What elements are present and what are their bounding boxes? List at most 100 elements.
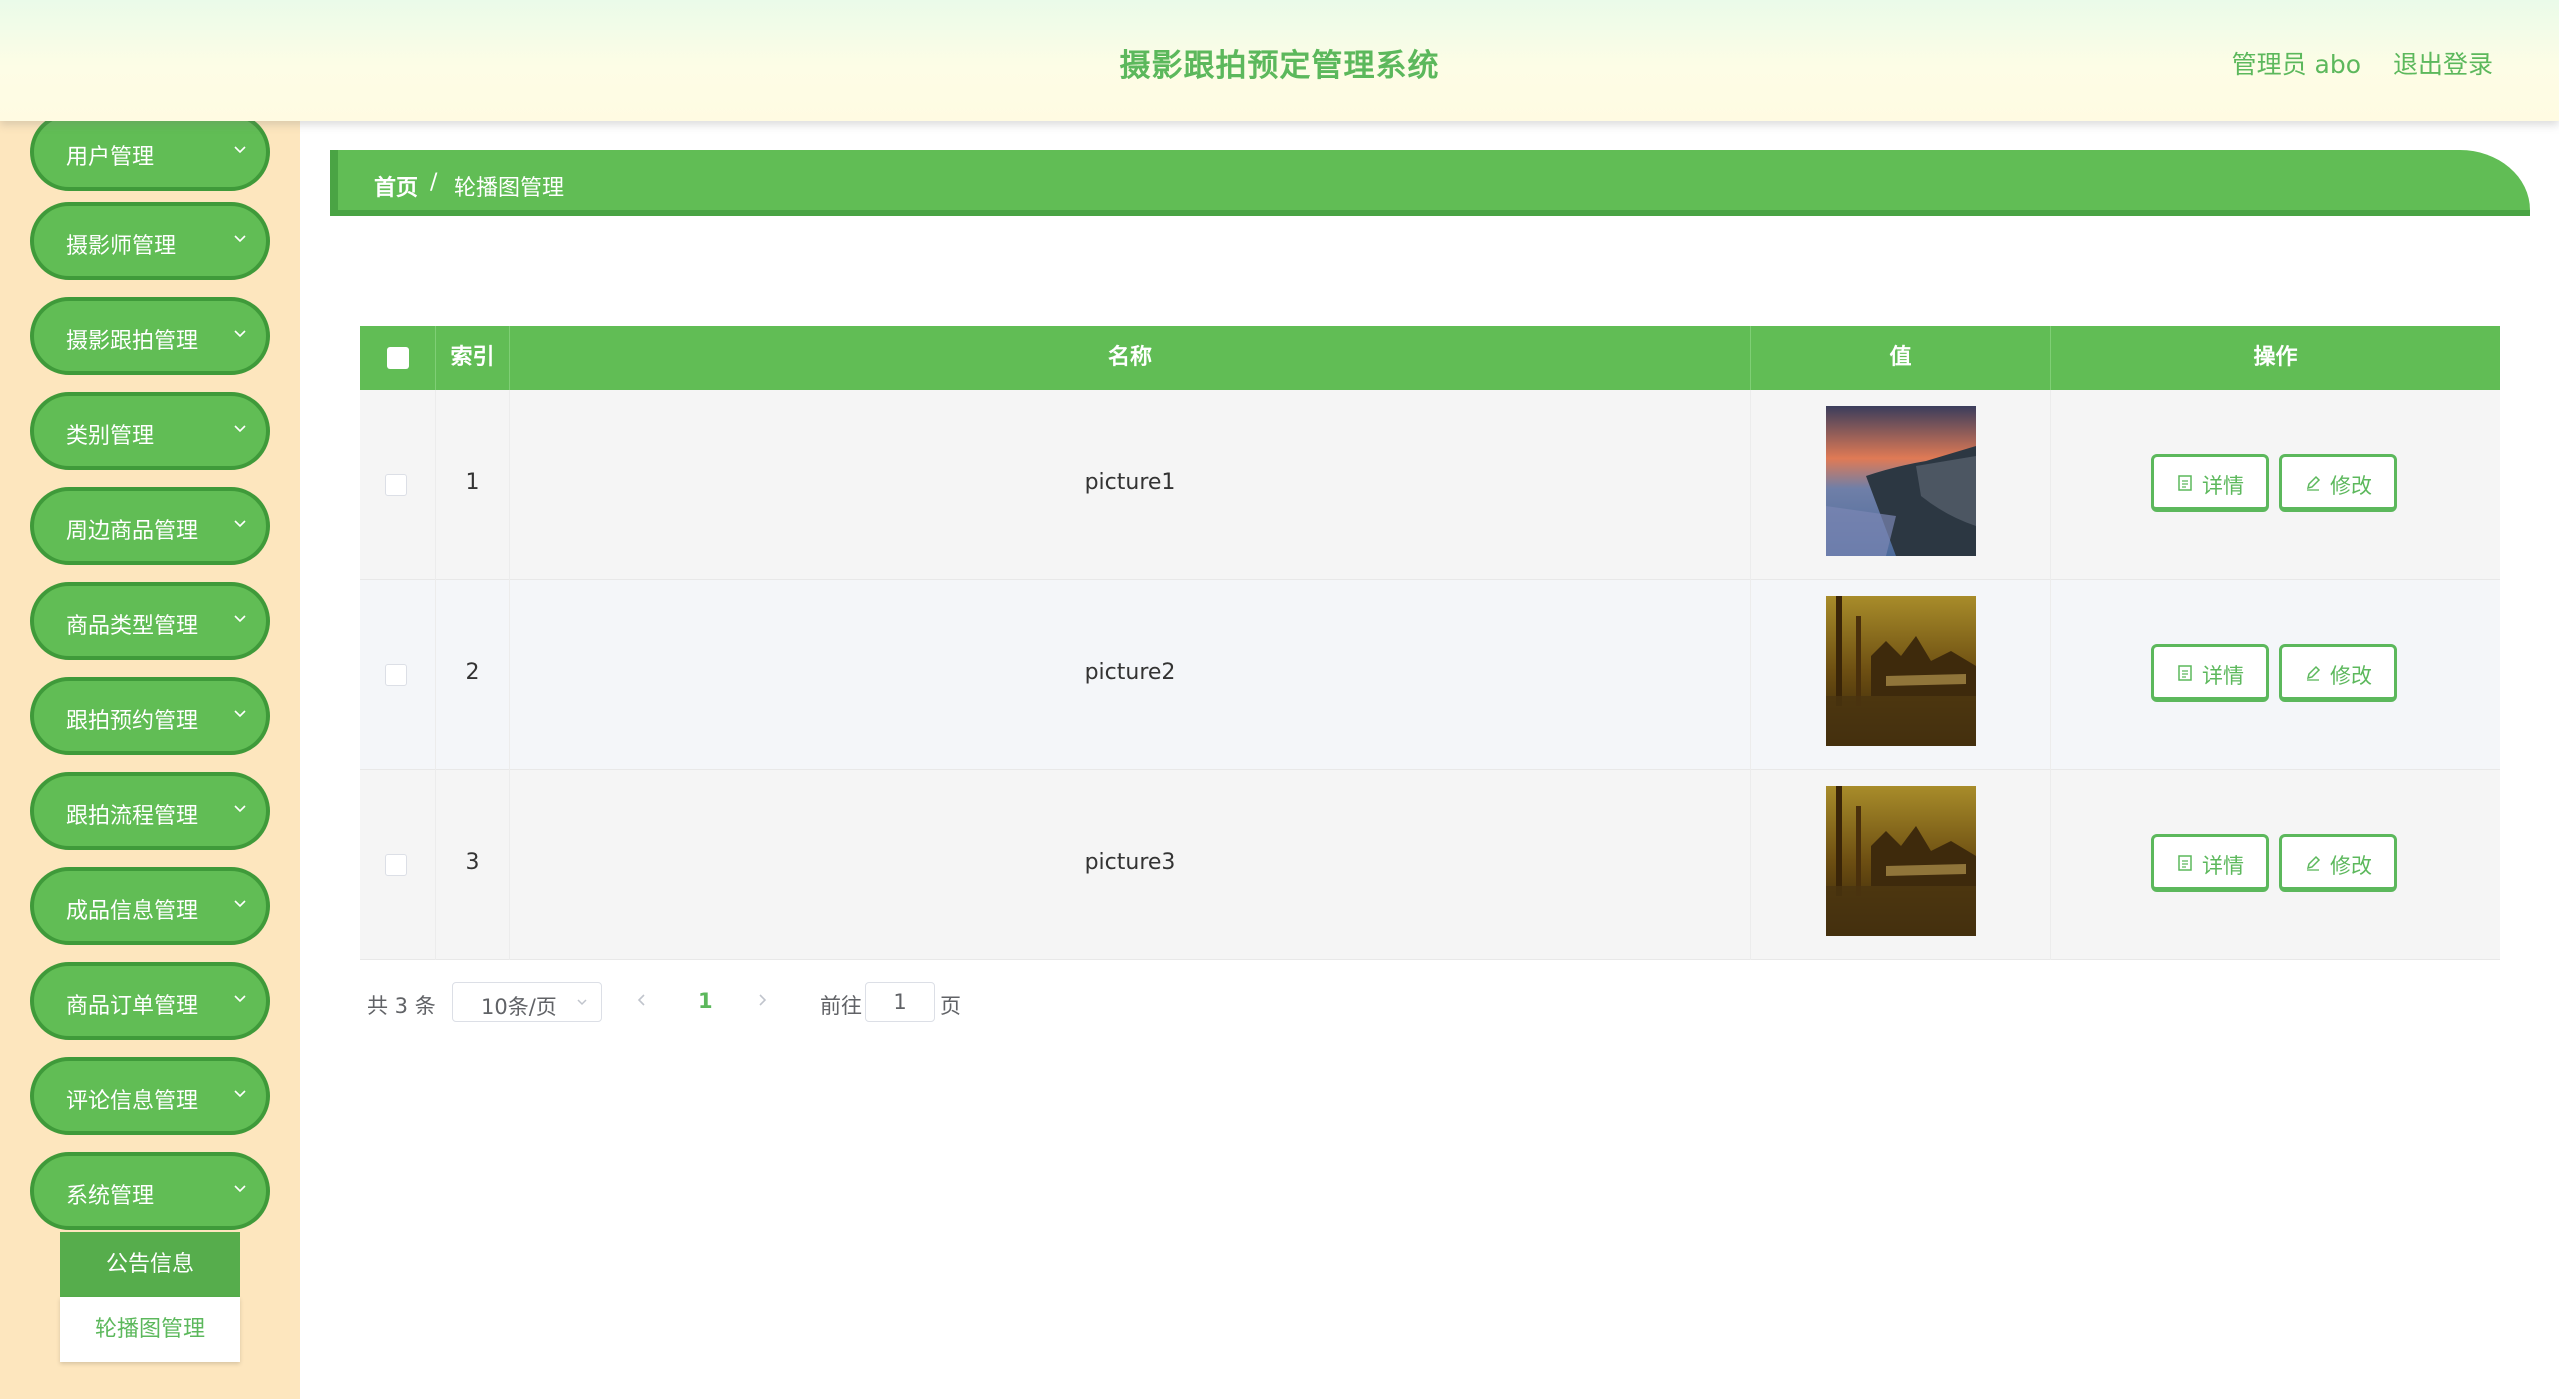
- sidebar-item-system[interactable]: 系统管理: [30, 1152, 270, 1230]
- index-cell: 3: [436, 770, 510, 960]
- index-cell: 2: [436, 580, 510, 770]
- name-cell: picture1: [510, 390, 1751, 580]
- document-icon: [2178, 665, 2192, 681]
- edit-button-label: 修改: [2330, 474, 2372, 498]
- detail-button[interactable]: 详情: [2151, 644, 2269, 702]
- row-checkbox[interactable]: [385, 854, 407, 876]
- edit-button[interactable]: 修改: [2279, 644, 2397, 702]
- chevron-down-icon: [234, 146, 246, 154]
- edit-icon: [2306, 665, 2321, 681]
- table-header: 索引 名称 值 操作: [360, 326, 2500, 390]
- page-size-value: 10条/页: [481, 995, 557, 1019]
- sidebar-item-categories[interactable]: 类别管理: [30, 392, 270, 470]
- pagination-total: 共 3 条: [367, 994, 436, 1018]
- edit-icon: [2306, 475, 2321, 491]
- sidebar-item-label: 摄影跟拍管理: [66, 329, 199, 354]
- row-index: 1: [465, 470, 480, 495]
- page-size-select[interactable]: 10条/页: [452, 982, 602, 1022]
- edit-button[interactable]: 修改: [2279, 454, 2397, 512]
- name-cell: picture3: [510, 770, 1751, 960]
- chevron-left-icon[interactable]: [632, 990, 652, 1010]
- submenu-item-carousel[interactable]: 轮播图管理: [60, 1297, 240, 1362]
- page-number-current[interactable]: 1: [698, 989, 713, 1013]
- detail-button[interactable]: 详情: [2151, 834, 2269, 892]
- row-select-cell: [360, 770, 436, 960]
- action-cell: 详情 修改: [2051, 770, 2500, 960]
- sidebar-item-shoots[interactable]: 摄影跟拍管理: [30, 297, 270, 375]
- sidebar-item-products-info[interactable]: 成品信息管理: [30, 867, 270, 945]
- sidebar-item-label: 商品类型管理: [66, 614, 199, 639]
- chevron-down-icon: [234, 235, 246, 243]
- detail-button-label: 详情: [2202, 664, 2244, 688]
- document-icon: [2178, 475, 2192, 491]
- chevron-down-icon: [234, 1090, 246, 1098]
- table-row: 1 picture1 详情 修改: [360, 390, 2500, 580]
- sidebar-item-users[interactable]: 用户管理: [30, 113, 270, 191]
- value-cell: [1751, 770, 2051, 960]
- select-all-checkbox[interactable]: [387, 347, 409, 369]
- sidebar-item-label: 类别管理: [66, 424, 155, 449]
- sidebar-item-photographers[interactable]: 摄影师管理: [30, 202, 270, 280]
- column-header-index: 索引: [436, 326, 510, 390]
- chevron-down-icon: [234, 520, 246, 528]
- chevron-right-icon[interactable]: [752, 990, 772, 1010]
- sidebar-item-label: 评论信息管理: [66, 1089, 199, 1114]
- top-header: 摄影跟拍预定管理系统 管理员 abo 退出登录: [0, 0, 2559, 121]
- column-header-action: 操作: [2253, 345, 2298, 370]
- value-cell: [1751, 580, 2051, 770]
- detail-button[interactable]: 详情: [2151, 454, 2269, 512]
- edit-button-label: 修改: [2330, 664, 2372, 688]
- sidebar-item-merchandise[interactable]: 周边商品管理: [30, 487, 270, 565]
- chevron-down-icon: [234, 710, 246, 718]
- sidebar-item-label: 摄影师管理: [66, 234, 177, 259]
- chevron-down-icon: [234, 1185, 246, 1193]
- sidebar-item-label: 成品信息管理: [66, 899, 199, 924]
- sunset-lake-thumbnail: [1826, 406, 1976, 556]
- edit-icon: [2306, 855, 2321, 871]
- breadcrumb-current: 轮播图管理: [454, 176, 565, 201]
- edit-button[interactable]: 修改: [2279, 834, 2397, 892]
- sidebar-item-label: 系统管理: [66, 1184, 155, 1209]
- index-cell: 1: [436, 390, 510, 580]
- table-row: 2 picture2 详情 修改: [360, 580, 2500, 770]
- submenu-item-notices[interactable]: 公告信息: [60, 1232, 240, 1297]
- sidebar-item-label: 商品订单管理: [66, 994, 199, 1019]
- table-row: 3 picture3 详情 修改: [360, 770, 2500, 960]
- page-unit-label: 页: [940, 994, 961, 1018]
- chevron-down-icon: [234, 900, 246, 908]
- row-select-cell: [360, 390, 436, 580]
- row-checkbox[interactable]: [385, 474, 407, 496]
- sidebar-item-bookings[interactable]: 跟拍预约管理: [30, 677, 270, 755]
- action-cell: 详情 修改: [2051, 390, 2500, 580]
- sidebar: 用户管理 摄影师管理 摄影跟拍管理 类别管理 周边商品管理 商品类型管理 跟拍预…: [0, 113, 300, 1399]
- current-user: 管理员 abo: [2231, 50, 2361, 79]
- row-checkbox[interactable]: [385, 664, 407, 686]
- row-name: picture1: [1084, 470, 1176, 495]
- breadcrumb-separator: /: [430, 170, 438, 195]
- app-title: 摄影跟拍预定管理系统: [1119, 48, 1440, 84]
- breadcrumb-home[interactable]: 首页: [374, 170, 418, 202]
- chevron-down-icon: [234, 425, 246, 433]
- logout-link[interactable]: 退出登录: [2393, 45, 2493, 81]
- sidebar-item-orders[interactable]: 商品订单管理: [30, 962, 270, 1040]
- goto-page-input[interactable]: [865, 982, 935, 1022]
- goto-label: 前往: [820, 994, 862, 1018]
- row-name: picture2: [1084, 660, 1176, 685]
- value-cell: [1751, 390, 2051, 580]
- sidebar-item-label: 跟拍预约管理: [66, 709, 199, 734]
- column-header-value: 值: [1751, 326, 2051, 390]
- chevron-down-icon: [234, 805, 246, 813]
- row-index: 2: [465, 660, 480, 685]
- sidebar-item-comments[interactable]: 评论信息管理: [30, 1057, 270, 1135]
- edit-button-label: 修改: [2330, 854, 2372, 878]
- sidebar-item-process[interactable]: 跟拍流程管理: [30, 772, 270, 850]
- breadcrumb: 首页 / 轮播图管理: [330, 150, 2530, 216]
- golden-pier-thumbnail: [1826, 786, 1976, 936]
- sidebar-item-product-types[interactable]: 商品类型管理: [30, 582, 270, 660]
- name-cell: picture2: [510, 580, 1751, 770]
- header-select-cell: [360, 326, 436, 390]
- chevron-down-icon: [234, 330, 246, 338]
- action-cell: 详情 修改: [2051, 580, 2500, 770]
- golden-pier-thumbnail: [1826, 596, 1976, 746]
- sidebar-item-label: 周边商品管理: [66, 519, 199, 544]
